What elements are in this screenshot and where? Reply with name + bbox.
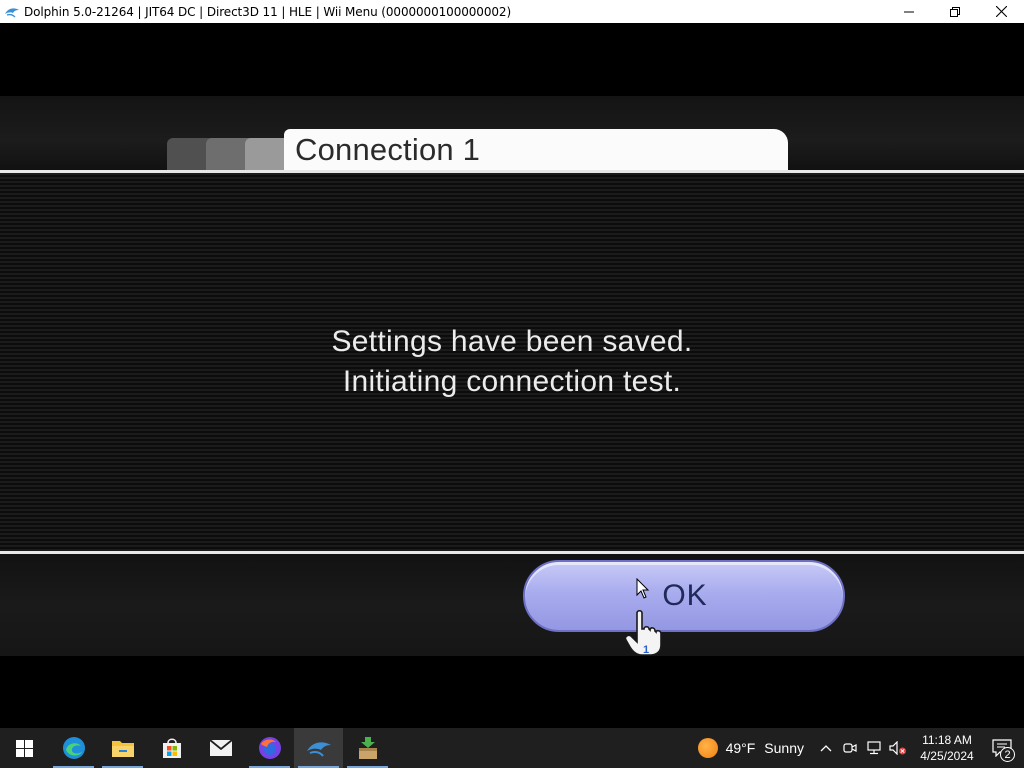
network-button[interactable]: [862, 728, 886, 768]
minimize-icon: [904, 11, 914, 12]
window-title-bar[interactable]: Dolphin 5.0-21264 | JIT64 DC | Direct3D …: [0, 0, 1024, 23]
mail-icon: [208, 739, 233, 756]
system-tray: 49°F Sunny 11:18 AM 4/25/2024 2: [697, 728, 1024, 768]
message-line-2: Initiating connection test.: [342, 365, 682, 398]
footer-band: [0, 554, 1024, 656]
restore-button[interactable]: [932, 0, 978, 23]
restore-icon: [950, 6, 960, 17]
firefox-icon: [258, 737, 281, 759]
weather-temperature: 49°F: [725, 740, 756, 756]
taskbar-mail[interactable]: [196, 728, 245, 768]
volume-muted-icon: [889, 741, 906, 755]
dolphin-icon: [4, 4, 20, 20]
connection-tab-label: Connection 1: [295, 132, 481, 167]
volume-button[interactable]: [886, 728, 910, 768]
windows-start-icon: [16, 739, 33, 757]
taskbar-edge[interactable]: [49, 728, 98, 768]
weather-condition: Sunny: [764, 740, 804, 756]
notification-badge: 2: [1000, 747, 1015, 762]
installer-icon: [358, 737, 377, 759]
ok-button[interactable]: OK: [523, 560, 845, 632]
camera-icon: [843, 743, 857, 753]
file-explorer-icon: [111, 741, 134, 757]
taskbar-firefox[interactable]: [245, 728, 294, 768]
connection-tab: Connection 1: [284, 129, 788, 171]
taskbar-dolphin[interactable]: [294, 728, 343, 768]
edge-icon: [62, 737, 85, 759]
mouse-pointer-icon: [636, 578, 650, 599]
close-button[interactable]: [978, 0, 1024, 23]
dolphin-icon: [306, 742, 331, 757]
wii-hand-cursor-icon: 1: [624, 609, 662, 656]
ok-button-label: OK: [662, 579, 708, 612]
show-hidden-icons-button[interactable]: [814, 728, 838, 768]
game-viewport[interactable]: Connection 1 Settings have been saved. I…: [0, 23, 1024, 728]
clock-time: 11:18 AM: [922, 733, 972, 747]
chevron-up-icon: [820, 745, 832, 752]
taskbar-store[interactable]: [147, 728, 196, 768]
message-line-1: Settings have been saved.: [331, 325, 693, 358]
weather-widget[interactable]: 49°F Sunny: [697, 738, 804, 758]
clock-date: 4/25/2024: [920, 749, 974, 763]
player-number: 1: [643, 644, 649, 656]
window-title: Dolphin 5.0-21264 | JIT64 DC | Direct3D …: [24, 4, 512, 19]
notification-center-button[interactable]: 2: [980, 728, 1024, 768]
clock[interactable]: 11:18 AM 4/25/2024: [914, 732, 980, 764]
minimize-button[interactable]: [886, 0, 932, 23]
start-button[interactable]: [0, 728, 49, 768]
taskbar-installer[interactable]: [343, 728, 392, 768]
taskbar: 49°F Sunny 11:18 AM 4/25/2024 2: [0, 728, 1024, 768]
network-icon: [867, 741, 881, 755]
microsoft-store-icon: [162, 738, 181, 758]
close-icon: [995, 6, 1007, 17]
meet-now-button[interactable]: [838, 728, 862, 768]
sun-icon: [697, 738, 718, 758]
message-panel: Settings have been saved. Initiating con…: [0, 170, 1024, 554]
taskbar-file-explorer[interactable]: [98, 728, 147, 768]
